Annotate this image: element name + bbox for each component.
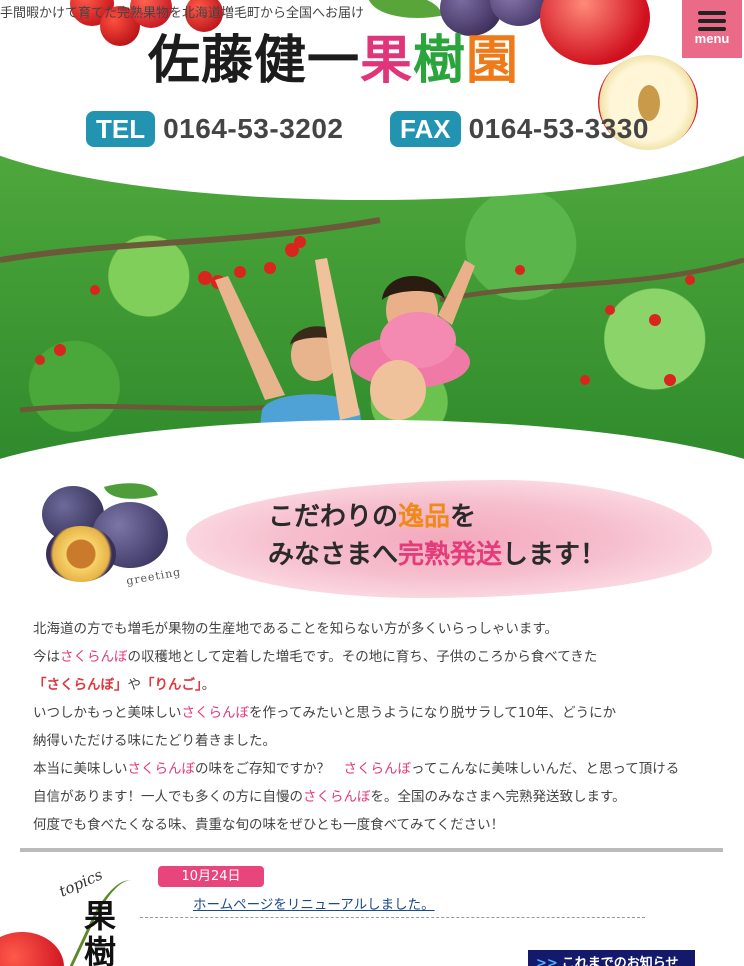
intro-paragraph: 納得いただける味にたどり着きました。 <box>33 733 276 749</box>
fax-contact: FAX 0164-53-3330 <box>390 110 649 148</box>
menu-button[interactable]: menu <box>682 0 742 58</box>
past-news-label: これまでのお知らせ <box>561 956 679 966</box>
fax-badge: FAX <box>390 111 461 147</box>
topics-kanji-heading: 果 樹 <box>84 897 117 966</box>
banner-line-2: みなさまへ完熟発送します！ <box>268 536 606 574</box>
banner-line-1: こだわりの逸品を <box>268 498 606 536</box>
title-char-ju: 樹 <box>413 31 467 91</box>
intro-paragraph: 北海道の方でも増毛が果物の生産地であることを知らない方が多くいらっしゃいます。 <box>33 621 559 637</box>
greeting-fruit-image: greeting <box>30 473 183 590</box>
hamburger-icon <box>698 11 726 31</box>
news-item-separator <box>140 917 645 918</box>
news-item-link[interactable]: ホームページをリニューアルしました。 <box>193 893 435 913</box>
menu-label: menu <box>694 31 730 46</box>
title-char-ka: 果 <box>360 31 414 91</box>
intro-paragraph: 本当に美味しいさくらんぼの味をご存知ですか？ さくらんぼってこんなに美味しいんだ… <box>33 761 680 777</box>
site-title-logo[interactable]: 佐藤健一果樹園 <box>148 26 519 96</box>
section-divider <box>20 848 723 852</box>
banner-text: みなさまへ <box>268 540 399 570</box>
site-tagline: 手間暇かけて育てた完熟果物を北海道増毛町から全国へお届け <box>0 6 365 21</box>
intro-paragraph: いつしかもっと美味しいさくらんぼを作ってみたいと思うようになり脱サラして10年、… <box>33 705 617 721</box>
intro-paragraph: 何度でも食べたくなる味、貴重な旬の味をぜひとも一度食べてみてください！ <box>33 817 505 833</box>
arrow-icon: >> <box>536 956 558 966</box>
intro-paragraph: 自信があります！一人でも多くの方に自慢のさくらんぼを。全国のみなさまへ完熟発送致… <box>33 789 626 805</box>
intro-paragraph: 今はさくらんぼの収穫地として定着した増毛です。その地に育ち、子供のころから食べて… <box>33 649 598 665</box>
news-date-badge: 10月24日 <box>158 866 264 887</box>
intro-text: 北海道の方でも増毛が果物の生産地であることを知らない方が多くいらっしゃいます。 … <box>33 615 723 839</box>
topics-script-label: topics <box>56 865 106 901</box>
greeting-banner-text: こだわりの逸品を みなさまへ完熟発送します！ <box>268 498 606 574</box>
banner-text: こだわりの <box>268 502 399 532</box>
leaf-image <box>367 0 443 28</box>
fax-number: 0164-53-3330 <box>468 113 649 144</box>
apple-image <box>540 0 650 65</box>
past-news-button[interactable]: >> これまでのお知らせ <box>528 950 695 966</box>
greeting-script-label: greeting <box>125 565 183 588</box>
cherry-image <box>0 932 64 966</box>
tel-number[interactable]: 0164-53-3202 <box>163 113 343 145</box>
topics-heading-image: topics 果 樹 <box>0 858 150 966</box>
site-header: 手間暇かけて育てた完熟果物を北海道増毛町から全国へお届け 佐藤健一果樹園 TEL… <box>0 0 744 165</box>
hero-image <box>0 150 744 465</box>
banner-text: を <box>450 502 477 532</box>
tel-contact[interactable]: TEL 0164-53-3202 <box>86 110 343 148</box>
banner-highlight: 完熟発送 <box>398 540 503 570</box>
banner-text: します！ <box>502 540 607 570</box>
title-char-en: 園 <box>466 31 520 91</box>
intro-paragraph: 「さくらんぼ」や「りんご」。 <box>33 677 216 693</box>
banner-highlight: 逸品 <box>398 502 451 532</box>
tel-badge: TEL <box>86 111 156 147</box>
title-owner-name: 佐藤健一 <box>148 31 361 91</box>
